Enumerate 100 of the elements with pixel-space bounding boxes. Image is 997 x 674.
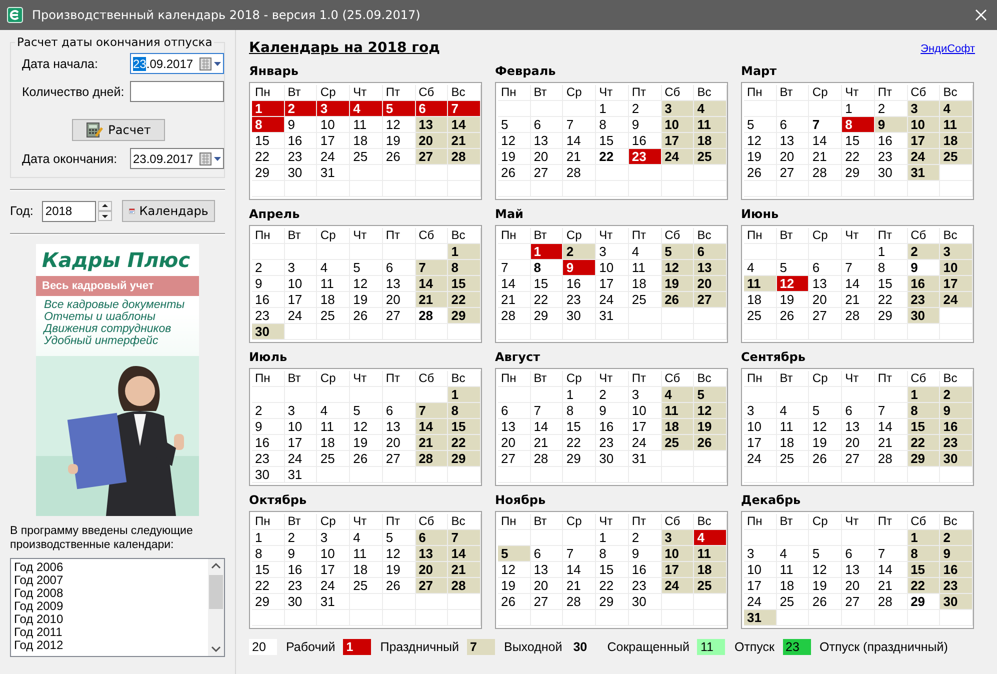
scrollbar[interactable] <box>208 559 224 656</box>
month-title: Ноябрь <box>495 493 547 509</box>
day-cell: 16 <box>628 562 662 578</box>
day-cell: 31 <box>744 610 777 626</box>
weekday-header: Вт <box>530 85 564 101</box>
day-cell: 11 <box>317 276 350 292</box>
date-field[interactable]: 23.09.2017 <box>130 53 224 74</box>
ad-banner[interactable]: Кадры Плюс Весь кадровый учет Все кадровые документы Отчеты и шаблоны Движения сотрудников Удобный интерфейс <box>36 244 199 516</box>
calendar-button[interactable]: Календарь <box>122 200 216 222</box>
date-field[interactable]: 23.09.2017 <box>130 148 224 169</box>
grid-cell <box>940 324 973 340</box>
grid-cell <box>908 181 940 197</box>
year-label: Год: <box>10 204 34 218</box>
day-cell: 2 <box>284 101 318 117</box>
day-cell: 12 <box>809 562 842 578</box>
list-item[interactable]: Год 2006 <box>14 561 208 574</box>
grid-cell <box>694 451 727 467</box>
day-cell: 30 <box>252 324 285 340</box>
day-cell: 1 <box>908 530 940 546</box>
day-cell: 6 <box>498 403 531 419</box>
grid-cell <box>416 467 448 483</box>
days-field[interactable] <box>130 81 224 102</box>
calendar-dropdown-icon[interactable] <box>199 152 223 166</box>
calendar-list[interactable]: Год 2006 Год 2007 Год 2008 Год 2009 Год 2010 Год 2011 Год 2012 <box>10 558 225 657</box>
day-cell: 26 <box>776 308 810 324</box>
day-cell: 30 <box>252 467 285 483</box>
day-cell: 9 <box>284 117 318 133</box>
month-title: Январь <box>249 64 300 80</box>
day-cell: 12 <box>694 403 727 419</box>
day-cell: 2 <box>940 387 973 403</box>
year-field[interactable]: 2018 <box>42 200 96 222</box>
list-item[interactable]: Год 2012 <box>14 639 208 652</box>
day-cell: 16 <box>252 292 285 308</box>
day-cell: 27 <box>530 165 564 181</box>
list-item[interactable]: Год 2007 <box>14 574 208 587</box>
day-cell: 5 <box>662 244 694 260</box>
day-cell: 25 <box>776 451 810 467</box>
day-cell: 26 <box>809 594 842 610</box>
day-cell: 10 <box>284 276 318 292</box>
list-item[interactable]: Год 2010 <box>14 613 208 626</box>
day-cell: 3 <box>908 101 940 117</box>
day-cell: 11 <box>317 419 350 435</box>
grid-cell <box>940 308 973 324</box>
day-cell: 21 <box>563 578 596 594</box>
day-cell: 28 <box>809 165 842 181</box>
vendor-link[interactable]: ЭндиСофт <box>920 43 975 55</box>
calendar-dropdown-icon[interactable] <box>199 56 223 70</box>
day-cell: 5 <box>350 260 383 276</box>
day-cell: 2 <box>628 530 662 546</box>
day-cell: 12 <box>809 419 842 435</box>
day-cell: 6 <box>530 546 564 562</box>
day-cell: 18 <box>776 435 810 451</box>
day-cell: 30 <box>874 165 908 181</box>
day-cell: 19 <box>498 578 531 594</box>
calculate-button[interactable]: Расчет <box>72 119 165 141</box>
weekday-header: Вт <box>284 371 318 387</box>
day-cell: 7 <box>874 403 908 419</box>
day-cell: 23 <box>284 578 318 594</box>
day-cell: 3 <box>628 387 662 403</box>
legend-swatch: 7 <box>466 639 495 655</box>
day-cell: 13 <box>416 117 448 133</box>
day-cell: 23 <box>252 308 285 324</box>
group-title: Расчет даты окончания отпуска <box>15 35 214 49</box>
day-cell: 5 <box>382 101 416 117</box>
list-item[interactable]: Год 2008 <box>14 587 208 600</box>
weekday-header: Пт <box>874 514 908 530</box>
list-item[interactable]: Год 2011 <box>14 626 208 639</box>
weekday-header: Пт <box>382 371 416 387</box>
day-cell: 23 <box>908 292 940 308</box>
day-cell: 14 <box>563 562 596 578</box>
day-cell: 11 <box>694 117 727 133</box>
day-cell: 2 <box>940 530 973 546</box>
field-label: Количество дней: <box>22 84 124 98</box>
day-cell: 11 <box>744 276 777 292</box>
day-cell: 22 <box>596 578 629 594</box>
day-cell: 21 <box>530 435 564 451</box>
close-icon[interactable] <box>975 9 987 21</box>
day-cell: 7 <box>563 546 596 562</box>
day-cell: 4 <box>694 530 727 546</box>
day-cell: 19 <box>662 276 694 292</box>
day-cell: 20 <box>530 149 564 165</box>
day-cell: 8 <box>448 403 481 419</box>
weekday-header: Ср <box>809 85 842 101</box>
grid-cell <box>694 467 727 483</box>
spinner-icon[interactable] <box>98 201 112 221</box>
day-cell: 14 <box>563 133 596 149</box>
day-cell: 7 <box>842 260 875 276</box>
day-cell: 30 <box>908 308 940 324</box>
day-cell: 13 <box>809 276 842 292</box>
day-cell: 2 <box>252 403 285 419</box>
day-cell: 7 <box>416 403 448 419</box>
day-cell: 13 <box>530 133 564 149</box>
list-item[interactable]: Год 2009 <box>14 600 208 613</box>
day-cell: 2 <box>284 530 318 546</box>
day-cell: 28 <box>842 308 875 324</box>
day-cell: 1 <box>252 530 285 546</box>
day-cell: 13 <box>842 419 875 435</box>
day-cell: 27 <box>842 594 875 610</box>
day-cell: 19 <box>744 149 777 165</box>
day-cell: 7 <box>448 530 481 546</box>
